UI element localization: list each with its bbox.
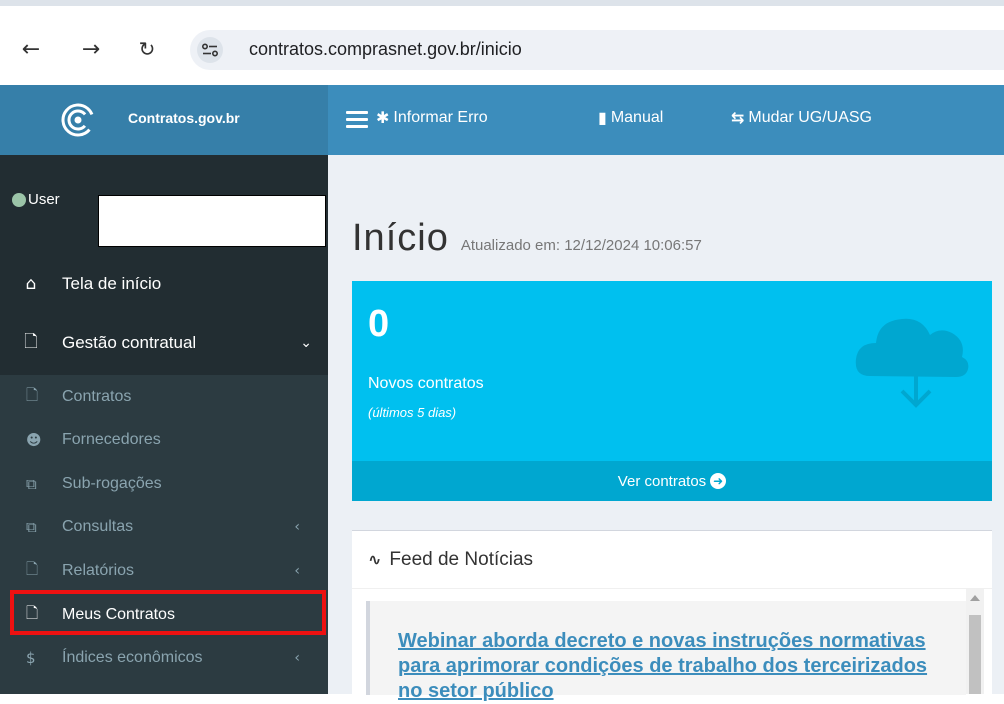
reload-icon[interactable]: ↻ <box>134 36 160 62</box>
url-text[interactable]: contratos.comprasnet.gov.br/inicio <box>249 39 522 60</box>
sidebar-item-contratos[interactable]: 🗋 Contratos <box>0 379 328 415</box>
file-icon: 🗋 <box>26 385 39 404</box>
scrollbar-thumb[interactable] <box>969 615 981 694</box>
file-icon: 🗋 <box>26 559 39 578</box>
exchange-icon: ⇆ <box>731 108 745 127</box>
sidebar-item-subrogacoes[interactable]: ⧉ Sub-rogações <box>0 466 328 502</box>
sidebar-item-consultas[interactable]: ⧉ Consultas ‹ <box>0 509 328 545</box>
book-icon: ▮ <box>598 108 607 127</box>
sidebar-item-label: Índices econômicos <box>62 649 203 666</box>
report-error-link[interactable]: ✱ Informar Erro <box>376 108 488 127</box>
feed-item: Webinar aborda decreto e novas instruçõe… <box>366 601 966 702</box>
main-content: Início Atualizado em: 12/12/2024 10:06:5… <box>328 155 1004 702</box>
sidebar-item-gestao[interactable]: 🗋 Gestão contratual ⌄ <box>0 318 328 368</box>
back-icon[interactable]: ← <box>18 36 44 62</box>
file-icon: 🗋 <box>24 331 38 352</box>
sidebar-item-label: Consultas <box>62 518 134 535</box>
user-info-box <box>98 195 326 247</box>
user-label: User <box>12 191 60 208</box>
sidebar: User ⌂ Tela de início 🗋 Gestão contratua… <box>0 155 328 694</box>
users-icon: ☻ <box>26 431 42 449</box>
sidebar-item-label: Sub-rogações <box>62 475 162 492</box>
feed-scrollbar[interactable] <box>966 589 984 694</box>
feed-header: ∿ Feed de Notícias <box>352 531 992 589</box>
avatar <box>12 192 26 207</box>
bug-icon: ✱ <box>376 108 390 127</box>
page-heading: Início <box>352 217 449 259</box>
logo-area[interactable]: Contratos.gov.br <box>0 85 328 155</box>
menu-toggle-icon[interactable] <box>346 111 368 129</box>
change-ug-label: Mudar UG/UASG <box>748 108 872 126</box>
logo-icon <box>61 103 95 137</box>
forward-icon[interactable]: → <box>78 36 104 62</box>
sidebar-item-label: Relatórios <box>62 562 135 579</box>
sidebar-item-fornecedores[interactable]: ☻ Fornecedores <box>0 422 328 458</box>
new-contracts-count: 0 <box>368 303 390 345</box>
updated-timestamp: Atualizado em: 12/12/2024 10:06:57 <box>460 237 702 254</box>
page-title: Início Atualizado em: 12/12/2024 10:06:5… <box>352 217 702 260</box>
manual-label: Manual <box>610 108 664 126</box>
news-feed-box: ∿ Feed de Notícias Webinar aborda decret… <box>352 530 992 702</box>
chevron-down-icon: ⌄ <box>300 335 312 351</box>
sidebar-item-label: Contratos <box>62 388 132 405</box>
sidebar-item-label: Tela de início <box>62 274 162 293</box>
cloud-download-icon <box>855 318 969 408</box>
change-ug-link[interactable]: ⇆ Mudar UG/UASG <box>731 108 872 127</box>
app-header: Contratos.gov.br ✱ Informar Erro ▮ Manua… <box>0 85 1004 155</box>
feed-article-link[interactable]: Webinar aborda decreto e novas instruçõe… <box>398 629 938 704</box>
dollar-icon: $ <box>26 649 36 667</box>
copy-icon: ⧉ <box>26 518 37 536</box>
view-contracts-link[interactable]: Ver contratos ➜ <box>352 461 992 501</box>
new-contracts-label: Novos contratos <box>368 375 484 392</box>
feed-title: Feed de Notícias <box>389 548 534 570</box>
report-error-label: Informar Erro <box>393 108 488 126</box>
manual-link[interactable]: ▮ Manual <box>598 108 663 127</box>
chevron-left-icon: ‹ <box>294 563 300 579</box>
rss-icon: ∿ <box>368 550 382 569</box>
copy-icon: ⧉ <box>26 475 37 493</box>
view-contracts-label: Ver contratos <box>617 472 707 490</box>
arrow-circle-right-icon: ➜ <box>710 473 727 489</box>
chevron-left-icon: ‹ <box>294 650 300 666</box>
brand-name: Contratos.gov.br <box>128 110 240 126</box>
submenu: 🗋 Contratos ☻ Fornecedores ⧉ Sub-rogaçõe… <box>0 375 328 694</box>
sidebar-item-home[interactable]: ⌂ Tela de início <box>0 259 328 309</box>
chevron-left-icon: ‹ <box>294 519 300 535</box>
site-info-icon[interactable] <box>197 37 223 63</box>
sidebar-item-label: Fornecedores <box>62 431 161 448</box>
sidebar-item-label: Gestão contratual <box>62 333 197 352</box>
home-icon: ⌂ <box>25 274 37 294</box>
highlight-box <box>10 590 326 635</box>
new-contracts-sublabel: (últimos 5 dias) <box>368 405 457 420</box>
sidebar-item-relatorios[interactable]: 🗋 Relatórios ‹ <box>0 553 328 589</box>
browser-chrome: ← → ↻ contratos.comprasnet.gov.br/inicio <box>0 0 1004 85</box>
sidebar-item-indices[interactable]: $ Índices econômicos ‹ <box>0 640 328 676</box>
user-panel: User <box>0 155 328 250</box>
user-name: User <box>28 191 60 208</box>
new-contracts-box: 0 Novos contratos (últimos 5 dias) Ver c… <box>352 281 992 501</box>
scroll-up-icon[interactable] <box>970 595 980 601</box>
